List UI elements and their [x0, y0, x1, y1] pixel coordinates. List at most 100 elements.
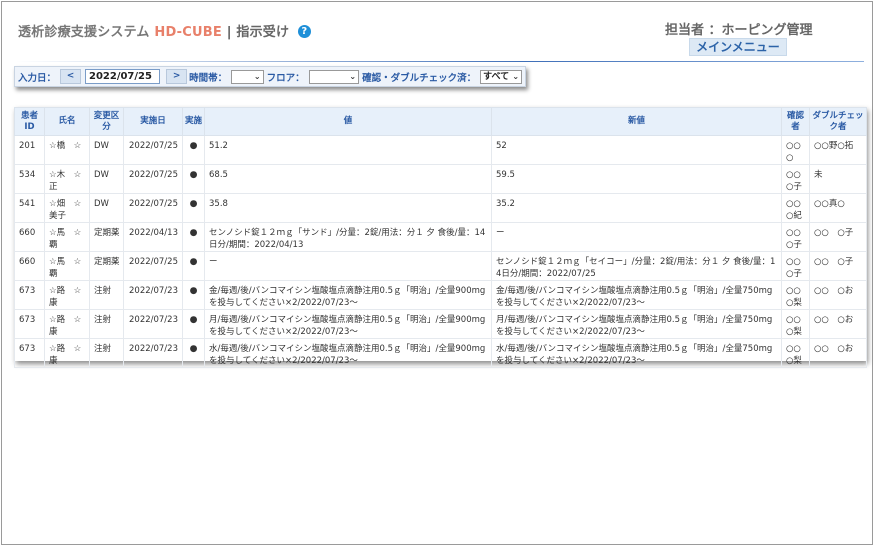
- filter-bar: 入力日： < 2022/07/25 > 時間帯： ⌄ フロア： ⌄ 確認・ダブル…: [14, 66, 526, 87]
- chevron-down-icon: ⌄: [512, 71, 520, 81]
- cell-value: 51.2: [204, 135, 492, 165]
- cell-date: 2022/07/25: [123, 164, 183, 194]
- cell-name: ☆路 ☆康: [44, 280, 90, 310]
- cell-confirmer: ○○○: [781, 135, 810, 165]
- table-row[interactable]: 541 ☆畑 ☆美子 DW 2022/07/25 ● 35.8 35.2 ○○○…: [14, 193, 867, 223]
- system-name: 透析診療支援システム: [18, 25, 150, 40]
- cell-patient-id: 660: [14, 222, 45, 252]
- cell-confirmer: ○○○梨: [781, 338, 810, 368]
- cell-patient-id: 660: [14, 251, 45, 281]
- cell-double-checker: ○○ ○お: [809, 280, 867, 310]
- check-select-value: すべて: [483, 71, 510, 82]
- cell-new-value: 59.5: [491, 164, 782, 194]
- title-separator: |: [226, 25, 232, 40]
- cell-new-value: 金/毎週/後/バンコマイシン塩酸塩点滴静注用0.5ｇ「明治」/全量750mgを投…: [491, 280, 782, 310]
- cell-date: 2022/07/25: [123, 193, 183, 223]
- table-row[interactable]: 660 ☆馬 ☆覇 定期薬 2022/04/13 ● センノシド錠１２ｍｇ「サン…: [14, 222, 867, 252]
- cell-change-type: 注射: [89, 309, 124, 339]
- floor-select[interactable]: ⌄: [308, 69, 360, 84]
- header-double-checker[interactable]: ダブルチェック者: [809, 107, 867, 136]
- cell-confirmer: ○○○紀: [781, 193, 810, 223]
- time-select[interactable]: ⌄: [231, 69, 264, 84]
- cell-exec: ●: [182, 251, 205, 281]
- main-menu-button[interactable]: メインメニュー: [689, 38, 787, 56]
- cell-new-value: 52: [491, 135, 782, 165]
- cell-double-checker: ○○ ○子: [809, 251, 867, 281]
- help-icon[interactable]: ?: [297, 25, 311, 38]
- cell-change-type: DW: [89, 193, 124, 223]
- chevron-down-icon: ⌄: [253, 71, 261, 81]
- cell-exec: ●: [182, 309, 205, 339]
- header-confirmer[interactable]: 確認者: [781, 107, 810, 136]
- header-change-type[interactable]: 変更区分: [89, 107, 124, 136]
- cell-change-type: 定期薬: [89, 222, 124, 252]
- table-row[interactable]: 673 ☆路 ☆康 注射 2022/07/23 ● 月/毎週/後/バンコマイシン…: [14, 309, 867, 339]
- screen-name: 指示受け: [236, 25, 290, 40]
- cell-date: 2022/07/23: [123, 338, 183, 368]
- header-date[interactable]: 実施日: [123, 107, 183, 136]
- cell-value: 68.5: [204, 164, 492, 194]
- cell-double-checker: 未: [809, 164, 867, 194]
- cell-change-type: DW: [89, 135, 124, 165]
- cell-change-type: 注射: [89, 280, 124, 310]
- header-name[interactable]: 氏名: [44, 107, 90, 136]
- instruction-table: 患者ID 氏名 変更区分 実施日 実施 値 新値 確認者 ダブルチェック者 20…: [14, 107, 867, 368]
- cell-new-value: 月/毎週/後/バンコマイシン塩酸塩点滴静注用0.5ｇ「明治」/全量750mgを投…: [491, 309, 782, 339]
- table-row[interactable]: 660 ☆馬 ☆覇 定期薬 2022/07/25 ● ー センノシド錠１２ｍｇ「…: [14, 251, 867, 281]
- check-label: 確認・ダブルチェック済：: [362, 72, 477, 84]
- cell-value: 月/毎週/後/バンコマイシン塩酸塩点滴静注用0.5ｇ「明治」/全量900mgを投…: [204, 309, 492, 339]
- header-value[interactable]: 値: [204, 107, 492, 136]
- table-row[interactable]: 673 ☆路 ☆康 注射 2022/07/23 ● 金/毎週/後/バンコマイシン…: [14, 280, 867, 310]
- table-header-row: 患者ID 氏名 変更区分 実施日 実施 値 新値 確認者 ダブルチェック者: [14, 107, 867, 136]
- cell-double-checker: ○○ ○お: [809, 309, 867, 339]
- cell-exec: ●: [182, 193, 205, 223]
- cell-exec: ●: [182, 280, 205, 310]
- cell-date: 2022/07/25: [123, 251, 183, 281]
- page-title: 透析診療支援システム HD-CUBE | 指示受け ?: [18, 21, 311, 40]
- cell-patient-id: 534: [14, 164, 45, 194]
- cell-date: 2022/07/23: [123, 309, 183, 339]
- cell-name: ☆馬 ☆覇: [44, 251, 90, 281]
- table-row[interactable]: 673 ☆路 ☆康 注射 2022/07/23 ● 水/毎週/後/バンコマイシン…: [14, 338, 867, 368]
- cell-date: 2022/07/23: [123, 280, 183, 310]
- cell-confirmer: ○○○子: [781, 251, 810, 281]
- cell-patient-id: 673: [14, 309, 45, 339]
- cell-change-type: 注射: [89, 338, 124, 368]
- cell-name: ☆路 ☆康: [44, 309, 90, 339]
- cell-new-value: 水/毎週/後/バンコマイシン塩酸塩点滴静注用0.5ｇ「明治」/全量750mgを投…: [491, 338, 782, 368]
- cell-name: ☆馬 ☆覇: [44, 222, 90, 252]
- header-new-value[interactable]: 新値: [491, 107, 782, 136]
- cell-confirmer: ○○○子: [781, 164, 810, 194]
- chevron-down-icon: ⌄: [349, 71, 357, 81]
- prev-date-button[interactable]: <: [60, 69, 81, 84]
- cell-double-checker: ○○ ○お: [809, 338, 867, 368]
- header-patient-id[interactable]: 患者ID: [14, 107, 45, 136]
- cell-value: センノシド錠１２ｍｇ「サンド」/分量：2錠/用法：分１ 夕 食後/量：14日分/…: [204, 222, 492, 252]
- date-label: 入力日：: [18, 72, 57, 84]
- cell-change-type: 定期薬: [89, 251, 124, 281]
- header-exec[interactable]: 実施: [182, 107, 205, 136]
- cell-confirmer: ○○○梨: [781, 309, 810, 339]
- time-label: 時間帯：: [189, 72, 228, 84]
- table-row[interactable]: 201 ☆橋 ☆ DW 2022/07/25 ● 51.2 52 ○○○ ○○野…: [14, 135, 867, 165]
- cell-patient-id: 201: [14, 135, 45, 165]
- header-divider: [16, 61, 864, 62]
- cell-name: ☆木 ☆正: [44, 164, 90, 194]
- cell-value: 35.8: [204, 193, 492, 223]
- cell-new-value: ー: [491, 222, 782, 252]
- cell-confirmer: ○○○梨: [781, 280, 810, 310]
- check-select[interactable]: すべて ⌄: [480, 69, 523, 84]
- instruction-table-container: 患者ID 氏名 変更区分 実施日 実施 値 新値 確認者 ダブルチェック者 20…: [14, 107, 867, 368]
- brand-name: HD-CUBE: [154, 25, 222, 40]
- cell-patient-id: 541: [14, 193, 45, 223]
- table-row[interactable]: 534 ☆木 ☆正 DW 2022/07/25 ● 68.5 59.5 ○○○子…: [14, 164, 867, 194]
- date-input[interactable]: 2022/07/25: [84, 69, 161, 84]
- cell-exec: ●: [182, 338, 205, 368]
- cell-double-checker: ○○真○: [809, 193, 867, 223]
- cell-exec: ●: [182, 164, 205, 194]
- cell-change-type: DW: [89, 164, 124, 194]
- next-date-button[interactable]: >: [166, 69, 188, 84]
- cell-value: 水/毎週/後/バンコマイシン塩酸塩点滴静注用0.5ｇ「明治」/全量900mgを投…: [204, 338, 492, 368]
- cell-new-value: 35.2: [491, 193, 782, 223]
- cell-double-checker: ○○ ○子: [809, 222, 867, 252]
